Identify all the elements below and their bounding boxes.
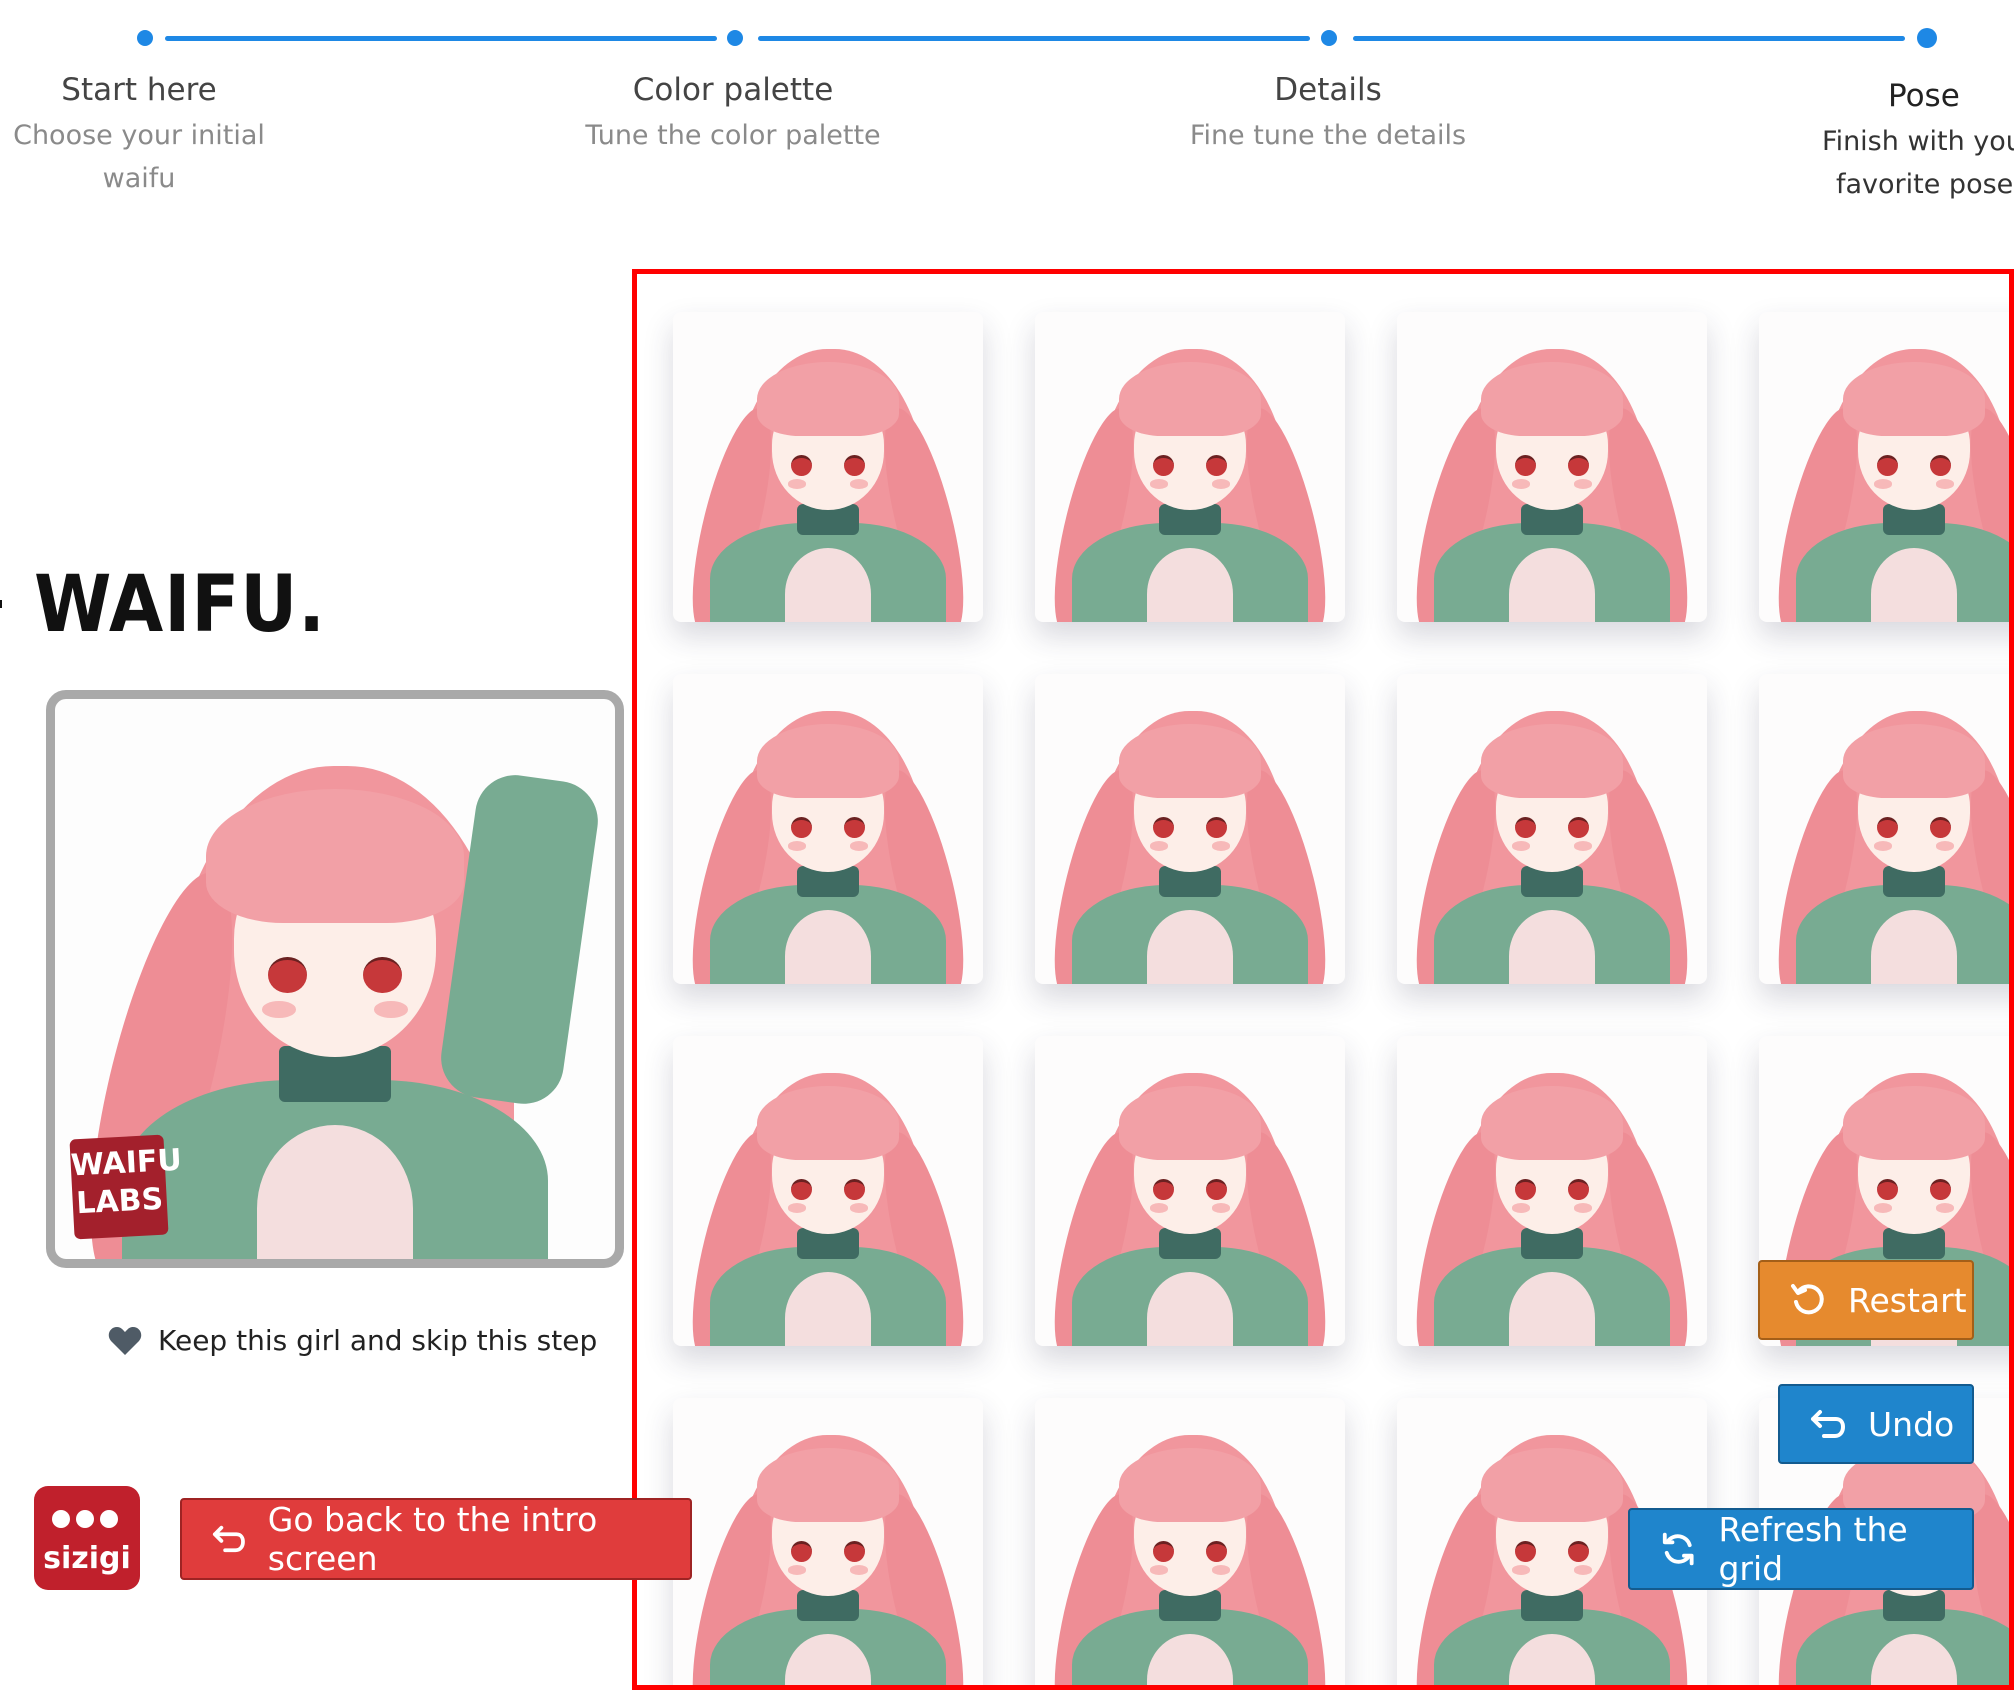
pose-tile[interactable] bbox=[673, 1398, 983, 1685]
step-title: Color palette bbox=[632, 72, 834, 108]
step-pose[interactable]: Pose Finish with you favorite pose! bbox=[1772, 78, 2014, 206]
pose-tile[interactable] bbox=[1035, 1398, 1345, 1685]
step-title: Start here bbox=[61, 72, 217, 108]
pose-tile[interactable] bbox=[1759, 312, 2009, 622]
step-desc: Tune the color palette bbox=[585, 120, 881, 151]
pose-tile[interactable] bbox=[1397, 312, 1707, 622]
pose-tile[interactable] bbox=[673, 674, 983, 984]
step-connector bbox=[165, 36, 717, 41]
step-dot-start[interactable] bbox=[137, 30, 153, 46]
step-connector bbox=[758, 36, 1310, 41]
undo-button-label: Undo bbox=[1868, 1404, 1955, 1444]
undo-button[interactable]: Undo bbox=[1778, 1384, 1974, 1464]
heart-icon bbox=[108, 1326, 142, 1355]
step-details[interactable]: Details Fine tune the details bbox=[1178, 72, 1478, 157]
step-desc: Fine tune the details bbox=[1189, 120, 1467, 151]
step-title: Details bbox=[1274, 72, 1382, 108]
step-start[interactable]: Start here Choose your initial waifu bbox=[0, 72, 289, 200]
sizigi-logo[interactable]: sizigi bbox=[34, 1486, 140, 1590]
step-title: Pose bbox=[1888, 78, 1960, 114]
refresh-button-label: Refresh the grid bbox=[1718, 1510, 1908, 1588]
sizigi-dots bbox=[52, 1510, 118, 1528]
pose-tile[interactable] bbox=[1397, 1036, 1707, 1346]
pose-tile[interactable] bbox=[673, 312, 983, 622]
refresh-icon bbox=[1662, 1532, 1694, 1566]
pose-tile[interactable] bbox=[673, 1036, 983, 1346]
restart-button-label: Restart bbox=[1848, 1280, 1967, 1320]
brand-title: WAIFU. bbox=[0, 560, 326, 650]
step-dot-color[interactable] bbox=[727, 30, 743, 46]
pose-tile[interactable] bbox=[1035, 674, 1345, 984]
step-color-palette[interactable]: Color palette Tune the color palette bbox=[583, 72, 883, 157]
pose-grid bbox=[632, 269, 2014, 1690]
refresh-grid-button[interactable]: Refresh the grid bbox=[1628, 1508, 1974, 1590]
pose-tile[interactable] bbox=[1759, 674, 2009, 984]
step-desc: Choose your initial waifu bbox=[13, 120, 265, 194]
pose-tile[interactable] bbox=[1397, 674, 1707, 984]
pose-tile[interactable] bbox=[1035, 1036, 1345, 1346]
pose-tile[interactable] bbox=[1035, 312, 1345, 622]
undo-icon bbox=[1811, 1410, 1845, 1438]
keep-girl-link[interactable]: Keep this girl and skip this step bbox=[108, 1324, 597, 1357]
return-icon bbox=[212, 1525, 245, 1553]
step-desc: Finish with you favorite pose! bbox=[1822, 126, 2014, 200]
brand-mark bbox=[0, 600, 2, 608]
step-dot-details[interactable] bbox=[1321, 30, 1337, 46]
restart-button[interactable]: Restart bbox=[1758, 1260, 1974, 1340]
back-button-label: Go back to the intro screen bbox=[267, 1500, 598, 1578]
progress-stepper: Start here Choose your initial waifu Col… bbox=[0, 0, 2014, 210]
waifu-labs-logo: WAIFU LABS bbox=[69, 1134, 183, 1240]
restart-icon bbox=[1791, 1284, 1824, 1315]
keep-girl-label: Keep this girl and skip this step bbox=[158, 1324, 598, 1357]
step-dot-pose[interactable] bbox=[1917, 28, 1937, 48]
back-to-intro-button[interactable]: Go back to the intro screen bbox=[180, 1498, 692, 1580]
step-connector bbox=[1353, 36, 1905, 41]
